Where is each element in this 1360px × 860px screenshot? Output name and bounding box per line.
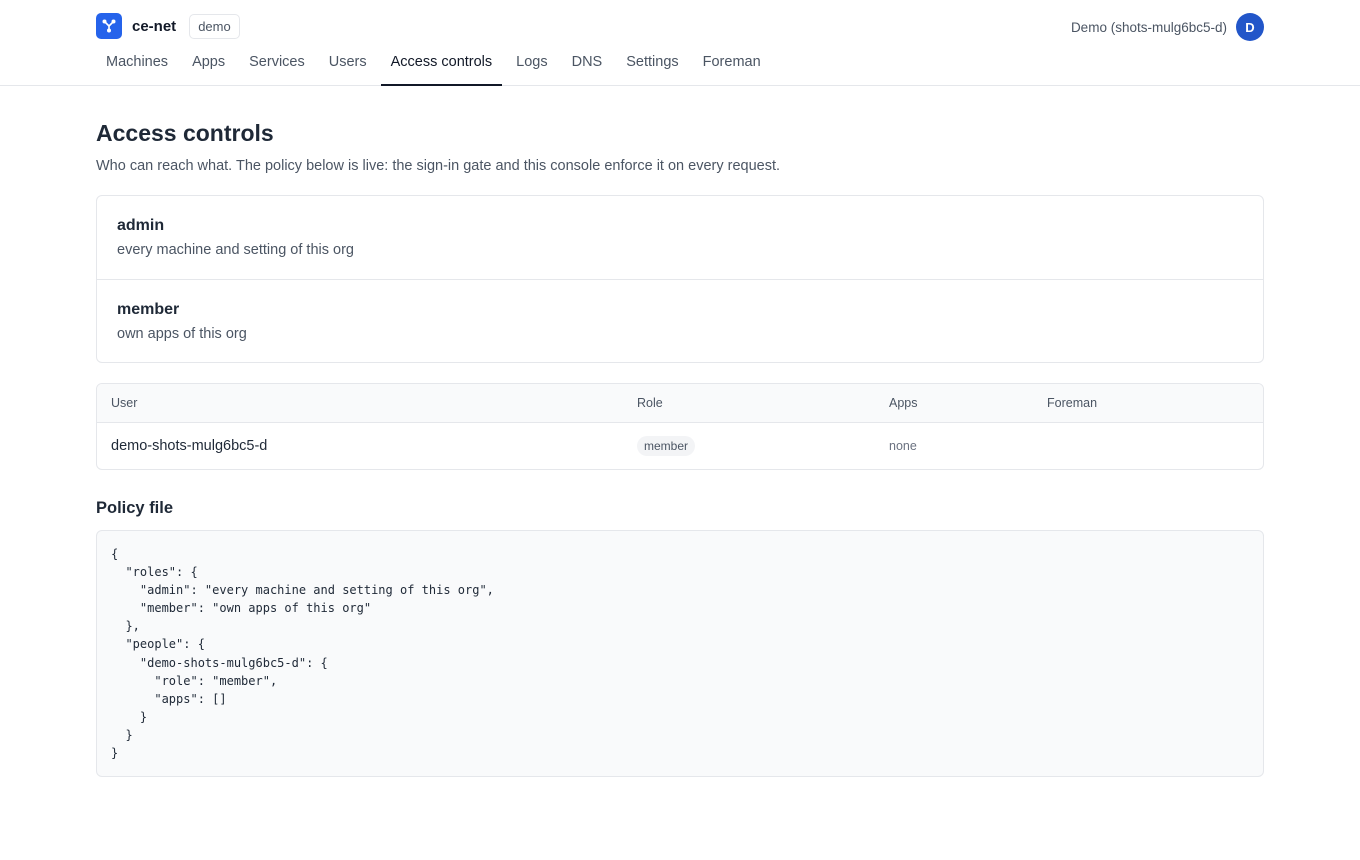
users-table: User Role Apps Foreman demo-shots-mulg6b…	[96, 383, 1264, 470]
role-badge: member	[637, 436, 696, 456]
policy-file-heading: Policy file	[96, 499, 174, 517]
page-title: Access controls	[96, 120, 274, 146]
policy-file-code[interactable]: { "roles": { "admin": "every machine and…	[96, 530, 1264, 777]
brand-name: ce-net	[132, 17, 177, 35]
tab-apps[interactable]: Apps	[182, 44, 235, 85]
policy-file-content: { "roles": { "admin": "every machine and…	[111, 547, 494, 761]
tab-machines[interactable]: Machines	[96, 44, 178, 85]
role-name: member	[117, 301, 180, 318]
apps-value: none	[889, 439, 917, 453]
role-name: admin	[117, 217, 165, 234]
roles-list: admin every machine and setting of this …	[96, 195, 1264, 363]
top-header: ce-net demo Demo (shots-mulg6bc5-d) D Ma…	[0, 0, 1360, 86]
role-item-admin: admin every machine and setting of this …	[97, 196, 1263, 279]
page-description: Who can reach what. The policy below is …	[96, 158, 781, 174]
table-row[interactable]: demo-shots-mulg6bc5-d member none	[97, 423, 1263, 469]
tab-dns[interactable]: DNS	[562, 44, 613, 85]
account-menu[interactable]: Demo (shots-mulg6bc5-d) D	[1071, 13, 1264, 41]
tab-settings[interactable]: Settings	[616, 44, 688, 85]
user-name: demo-shots-mulg6bc5-d	[111, 438, 268, 454]
network-nodes-icon	[96, 13, 122, 39]
tab-users[interactable]: Users	[319, 44, 377, 85]
role-item-member: member own apps of this org	[97, 279, 1263, 362]
role-description: own apps of this org	[117, 326, 247, 342]
role-description: every machine and setting of this org	[117, 242, 354, 258]
tab-foreman[interactable]: Foreman	[693, 44, 771, 85]
tab-services[interactable]: Services	[239, 44, 315, 85]
column-header-user: User	[111, 396, 138, 410]
avatar[interactable]: D	[1236, 13, 1264, 41]
column-header-apps: Apps	[889, 396, 918, 410]
tab-access-controls[interactable]: Access controls	[380, 44, 503, 86]
account-label: Demo (shots-mulg6bc5-d)	[1070, 19, 1227, 35]
tab-logs[interactable]: Logs	[506, 44, 557, 85]
column-header-role: Role	[637, 396, 663, 410]
table-header: User Role Apps Foreman	[97, 384, 1263, 423]
org-badge: demo	[189, 13, 240, 39]
brand[interactable]: ce-net demo	[96, 13, 240, 39]
main-nav: Machines Apps Services Users Access cont…	[96, 44, 775, 86]
column-header-foreman: Foreman	[1047, 396, 1098, 410]
main-content: Access controls Who can reach what. The …	[96, 86, 1264, 777]
